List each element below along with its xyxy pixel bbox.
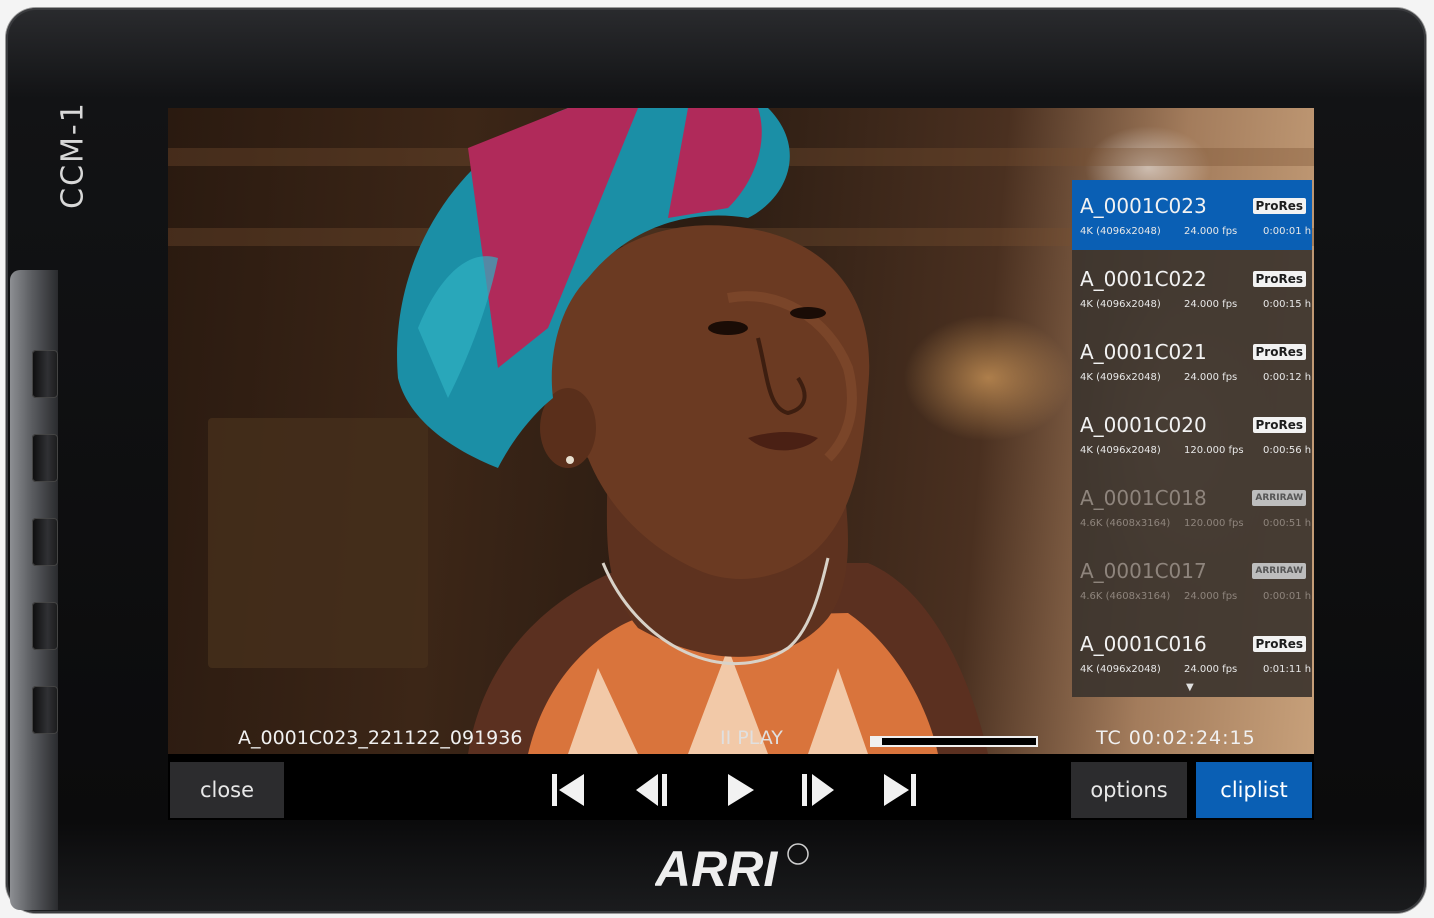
skip-to-start-icon[interactable]: [548, 768, 588, 812]
codec-badge: ProRes: [1252, 344, 1306, 360]
clip-duration: 0:00:51 h: [1263, 518, 1312, 529]
step-forward-icon[interactable]: [798, 768, 838, 812]
step-back-icon[interactable]: [632, 768, 672, 812]
codec-badge: ProRes: [1252, 198, 1306, 214]
codec-badge: ARRIRAW: [1252, 563, 1306, 579]
arri-logo: ARRI: [655, 841, 809, 894]
touch-screen: A_0001C023 ProRes 4K (4096x2048) 24.000 fps…: [168, 108, 1314, 820]
clip-fps: 24.000 fps: [1184, 226, 1238, 237]
progress-bar[interactable]: [870, 736, 1038, 747]
clip-name: A_0001C016: [1080, 632, 1207, 656]
clip-duration: 0:00:15 h: [1263, 299, 1312, 310]
clip-resolution: 4K (4096x2048): [1080, 226, 1161, 237]
play-icon[interactable]: [720, 768, 760, 812]
codec-badge: ProRes: [1252, 636, 1306, 652]
clip-duration: 0:01:11 h: [1263, 664, 1312, 675]
codec-badge: ProRes: [1252, 417, 1306, 433]
side-button-5[interactable]: [32, 686, 58, 734]
clip-name: A_0001C017: [1080, 559, 1207, 583]
clip-fps: 24.000 fps: [1184, 299, 1238, 310]
close-button[interactable]: close: [170, 762, 284, 818]
clip-duration: 0:00:01 h: [1263, 591, 1312, 602]
clip-resolution: 4.6K (4608x3164): [1080, 591, 1171, 602]
clip-list-item[interactable]: A_0001C017 ARRIRAW 4.6K (4608x3164) 24.000 …: [1072, 545, 1312, 615]
clip-name: A_0001C018: [1080, 486, 1207, 510]
clip-name: A_0001C022: [1080, 267, 1207, 291]
clip-duration: 0:00:12 h: [1263, 372, 1312, 383]
clip-resolution: 4K (4096x2048): [1080, 299, 1161, 310]
side-button-4[interactable]: [32, 602, 58, 650]
clip-list-item[interactable]: A_0001C021 ProRes 4K (4096x2048) 24.000 fps…: [1072, 326, 1312, 396]
right-eye: [790, 307, 826, 319]
clip-list-item[interactable]: A_0001C022 ProRes 4K (4096x2048) 24.000 fps…: [1072, 253, 1312, 323]
clip-list-item[interactable]: A_0001C023 ProRes 4K (4096x2048) 24.000 fps…: [1072, 180, 1312, 250]
clip-fps: 24.000 fps: [1184, 372, 1238, 383]
clip-duration: 0:00:01 h: [1263, 226, 1312, 237]
clip-list-item[interactable]: A_0001C016 ProRes 4K (4096x2048) 24.000 fps…: [1072, 618, 1312, 688]
face: [548, 225, 870, 579]
options-button[interactable]: options: [1071, 762, 1187, 818]
clip-name: A_0001C020: [1080, 413, 1207, 437]
skip-to-end-icon[interactable]: [880, 768, 920, 812]
side-button-2[interactable]: [32, 434, 58, 482]
side-button-rail: [10, 270, 58, 910]
earring: [566, 456, 574, 464]
clip-list-item[interactable]: A_0001C020 ProRes 4K (4096x2048) 120.000 fp…: [1072, 399, 1312, 469]
playback-status-bar: A_0001C023_221122_091936 II PLAY TC 00:0…: [168, 724, 1314, 754]
cliplist-button[interactable]: cliplist: [1196, 762, 1312, 818]
control-bar: close options cliplist: [168, 754, 1314, 820]
codec-badge: ARRIRAW: [1252, 490, 1306, 506]
clip-resolution: 4K (4096x2048): [1080, 445, 1161, 456]
clip-resolution: 4.6K (4608x3164): [1080, 518, 1171, 529]
clip-resolution: 4K (4096x2048): [1080, 664, 1161, 675]
model-label: CCM-1: [48, 95, 98, 215]
scroll-down-icon[interactable]: ▼: [1186, 682, 1194, 693]
clip-list-panel: A_0001C023 ProRes 4K (4096x2048) 24.000 fps…: [1072, 180, 1312, 697]
model-text: CCM-1: [55, 101, 91, 209]
timecode: TC 00:02:24:15: [1096, 727, 1256, 749]
play-state: II PLAY: [720, 727, 783, 749]
clip-list-item[interactable]: A_0001C018 ARRIRAW 4.6K (4608x3164) 120.000…: [1072, 472, 1312, 542]
side-button-1[interactable]: [32, 350, 58, 398]
clip-fps: 120.000 fps: [1184, 445, 1244, 456]
arri-wordmark: ARRI: [655, 841, 778, 894]
clip-resolution: 4K (4096x2048): [1080, 372, 1161, 383]
codec-badge: ProRes: [1252, 271, 1306, 287]
clip-filename: A_0001C023_221122_091936: [238, 727, 523, 749]
progress-fill: [872, 738, 882, 745]
clip-fps: 24.000 fps: [1184, 664, 1238, 675]
clip-fps: 120.000 fps: [1184, 518, 1244, 529]
clip-name: A_0001C023: [1080, 194, 1207, 218]
arri-seal-icon: [787, 843, 809, 865]
clip-duration: 0:00:56 h: [1263, 445, 1312, 456]
side-button-3[interactable]: [32, 518, 58, 566]
left-eye: [708, 321, 748, 335]
clip-name: A_0001C021: [1080, 340, 1207, 364]
clip-fps: 24.000 fps: [1184, 591, 1238, 602]
